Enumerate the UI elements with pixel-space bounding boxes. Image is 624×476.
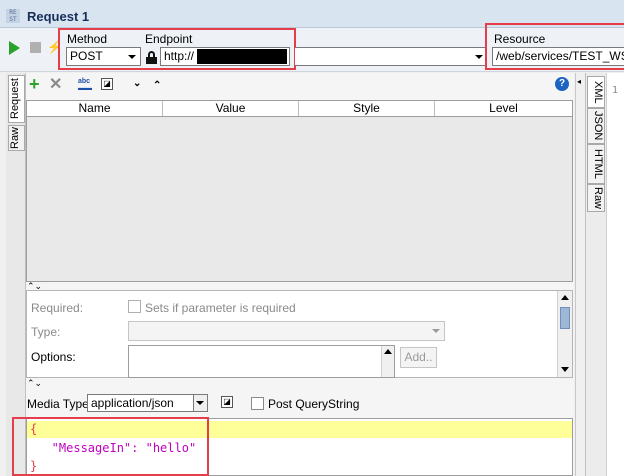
right-split-bar[interactable]: ◂ (575, 73, 585, 476)
method-value: POST (70, 49, 103, 63)
media-type-value: application/json (91, 396, 174, 410)
params-table-header: Name Value Style Level (26, 100, 573, 117)
type-label: Type: (31, 325, 61, 339)
tab-json[interactable]: JSON (587, 108, 605, 144)
chevron-down-icon (196, 401, 204, 405)
tab-raw-right[interactable]: Raw (587, 184, 605, 212)
media-type-select[interactable]: application/json (87, 394, 208, 412)
column-name[interactable]: Name (27, 101, 163, 116)
scroll-thumb[interactable] (560, 307, 570, 329)
details-scrollbar[interactable] (557, 291, 572, 377)
method-select[interactable]: POST (66, 47, 141, 66)
line-number: 1 (612, 85, 619, 96)
tab-request[interactable]: Request (8, 75, 25, 123)
tab-html[interactable]: HTML (587, 144, 605, 184)
column-style[interactable]: Style (299, 101, 435, 116)
tokenize-icon[interactable]: abc ▬▬ (78, 78, 94, 92)
type-select[interactable] (128, 321, 445, 341)
add-option-button[interactable]: Add.. (400, 347, 437, 368)
move-down-icon[interactable]: ⌄ (133, 78, 141, 89)
redacted-host (197, 49, 287, 64)
endpoint-value: http:// (164, 49, 195, 63)
options-scrollbar[interactable] (381, 346, 394, 377)
help-icon[interactable]: ? (555, 77, 569, 91)
endpoint-label: Endpoint (145, 32, 193, 46)
delete-icon[interactable]: ✕ (49, 75, 62, 95)
column-value[interactable]: Value (163, 101, 299, 116)
chevron-down-icon (128, 55, 136, 59)
resource-value: /web/services/TEST_WS1 (496, 49, 624, 63)
post-querystring-label: Post QueryString (268, 397, 360, 411)
chevron-down-icon (475, 55, 483, 59)
options-label: Options: (31, 350, 76, 364)
stop-icon[interactable] (30, 42, 41, 53)
column-level[interactable]: Level (435, 101, 572, 116)
splitter-handle[interactable]: ⌃⌄ (27, 378, 42, 389)
resource-input[interactable]: /web/services/TEST_WS1 (492, 47, 624, 66)
rest-logo-icon: RE ST (6, 9, 20, 23)
required-label: Required: (31, 301, 84, 315)
media-type-label: Media Type (27, 397, 89, 411)
clear-icon[interactable]: ◪ (101, 78, 113, 90)
clear-media-icon[interactable]: ◪ (221, 396, 233, 408)
add-icon[interactable]: + (29, 74, 40, 94)
response-editor[interactable]: 1 (606, 73, 624, 476)
move-up-icon[interactable]: ⌃ (153, 80, 161, 91)
required-checkbox-label: Sets if parameter is required (145, 301, 296, 315)
lock-icon[interactable] (146, 51, 157, 64)
method-label: Method (67, 32, 108, 46)
endpoint-dropdown[interactable] (295, 47, 487, 66)
tab-xml[interactable]: XML (587, 76, 605, 108)
collapse-arrow-icon[interactable]: ◂ (577, 77, 581, 86)
scroll-down-icon[interactable] (561, 367, 569, 372)
scroll-up-icon[interactable] (561, 295, 569, 300)
body-highlight (12, 417, 209, 476)
chevron-down-icon (432, 329, 440, 333)
options-list[interactable] (128, 345, 395, 378)
scroll-up-icon[interactable] (384, 349, 392, 354)
window-title: Request 1 (27, 9, 90, 24)
play-icon[interactable] (9, 41, 20, 55)
post-querystring-checkbox[interactable] (251, 397, 264, 410)
params-table-body[interactable] (26, 117, 573, 282)
required-checkbox[interactable] (128, 300, 141, 313)
tab-raw-left[interactable]: Raw (8, 125, 25, 151)
resource-label: Resource (494, 32, 546, 46)
